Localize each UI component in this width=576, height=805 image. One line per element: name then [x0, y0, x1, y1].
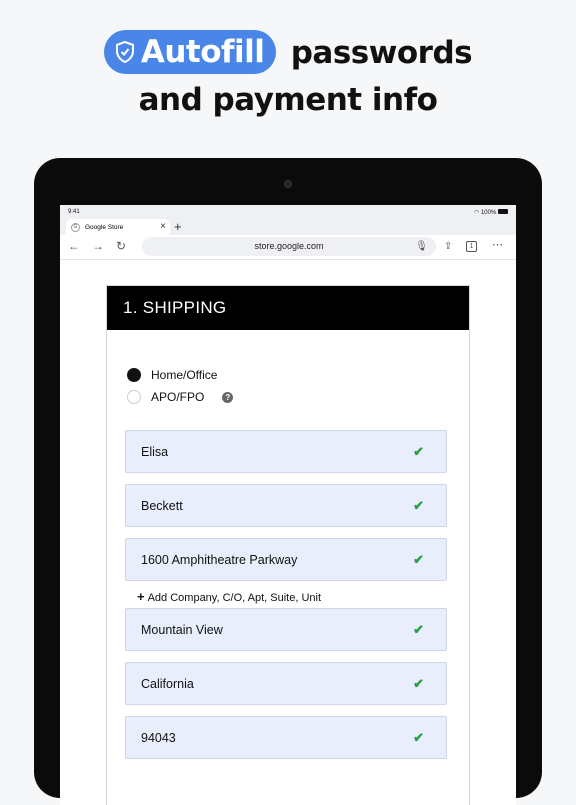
plus-icon: + — [137, 589, 145, 604]
back-arrow-icon[interactable]: ← — [68, 239, 80, 253]
checkmark-icon: ✔ — [413, 552, 424, 567]
section-title: 1. SHIPPING — [107, 286, 469, 330]
wifi-icon: ◠ — [474, 209, 480, 216]
checkmark-icon: ✔ — [413, 622, 424, 637]
headline: Autofill passwords and payment info — [0, 29, 576, 123]
front-camera — [284, 180, 292, 188]
forward-arrow-icon[interactable]: → — [92, 239, 104, 253]
tablet-screen: 9:41 ◠ 100% G Google Store × + ← → ↻ sto… — [60, 205, 516, 805]
tablet-device: 9:41 ◠ 100% G Google Store × + ← → ↻ sto… — [34, 158, 542, 805]
field-value: Mountain View — [141, 622, 223, 637]
zip-code-field[interactable]: 94043 ✔ — [125, 716, 447, 759]
add-address-line-link[interactable]: + Add Company, C/O, Apt, Suite, Unit — [137, 589, 321, 604]
checkmark-icon: ✔ — [413, 498, 424, 513]
page-content: 1. SHIPPING Home/Office APO/FPO ? Elisa … — [60, 259, 516, 805]
reload-icon[interactable]: ↻ — [116, 239, 126, 253]
tab-title: Google Store — [85, 223, 124, 231]
tab-google-store[interactable]: G Google Store × — [66, 219, 170, 235]
checkmark-icon: ✔ — [413, 676, 424, 691]
radio-selected-icon[interactable] — [127, 368, 141, 382]
status-bar: 9:41 ◠ 100% — [60, 205, 516, 219]
field-value: Elisa — [141, 444, 169, 459]
field-value: 94043 — [141, 730, 176, 745]
headline-line-1: Autofill passwords — [0, 29, 576, 77]
battery-level: 100% — [480, 209, 497, 216]
radio-label: APO/FPO — [151, 390, 205, 404]
browser-toolbar: ← → ↻ store.google.com 🎙 ⇪ 1 ⋯ — [60, 235, 516, 260]
headline-line-1-text: passwords — [290, 35, 473, 71]
city-field[interactable]: Mountain View ✔ — [125, 608, 447, 651]
radio-apo-fpo[interactable]: APO/FPO ? — [127, 390, 234, 404]
state-field[interactable]: California ✔ — [125, 662, 447, 705]
radio-label: Home/Office — [151, 368, 218, 382]
address-bar[interactable]: store.google.com 🎙 — [142, 237, 436, 256]
checkmark-icon: ✔ — [413, 730, 424, 745]
autofill-badge: Autofill — [103, 29, 277, 74]
tab-switcher-icon[interactable]: 1 — [466, 241, 477, 252]
tab-strip: G Google Store × + — [60, 219, 516, 235]
street-address-field[interactable]: 1600 Amphitheatre Parkway ✔ — [125, 538, 447, 581]
close-tab-icon[interactable]: × — [160, 221, 166, 232]
status-icons: ◠ 100% — [474, 209, 508, 216]
field-value: California — [141, 676, 194, 691]
share-icon[interactable]: ⇪ — [444, 241, 452, 252]
shipping-form: 1. SHIPPING Home/Office APO/FPO ? Elisa … — [106, 285, 470, 805]
autofill-badge-label: Autofill — [140, 33, 265, 70]
shield-check-icon — [115, 40, 134, 63]
more-menu-icon[interactable]: ⋯ — [492, 238, 503, 251]
url-text: store.google.com — [254, 241, 324, 251]
field-value: Beckett — [141, 498, 183, 513]
new-tab-icon[interactable]: + — [174, 219, 182, 235]
status-time: 9:41 — [68, 209, 80, 215]
favicon-icon: G — [71, 222, 80, 232]
battery-icon — [498, 209, 508, 215]
last-name-field[interactable]: Beckett ✔ — [125, 484, 447, 527]
radio-home-office[interactable]: Home/Office — [127, 368, 217, 382]
microphone-icon[interactable]: 🎙 — [415, 237, 428, 256]
help-icon[interactable]: ? — [222, 391, 234, 403]
radio-unselected-icon[interactable] — [127, 390, 141, 404]
add-address-line-label: Add Company, C/O, Apt, Suite, Unit — [147, 592, 322, 604]
first-name-field[interactable]: Elisa ✔ — [125, 430, 447, 473]
field-value: 1600 Amphitheatre Parkway — [141, 552, 298, 567]
checkmark-icon: ✔ — [413, 444, 424, 459]
headline-line-2: and payment info — [138, 81, 438, 118]
